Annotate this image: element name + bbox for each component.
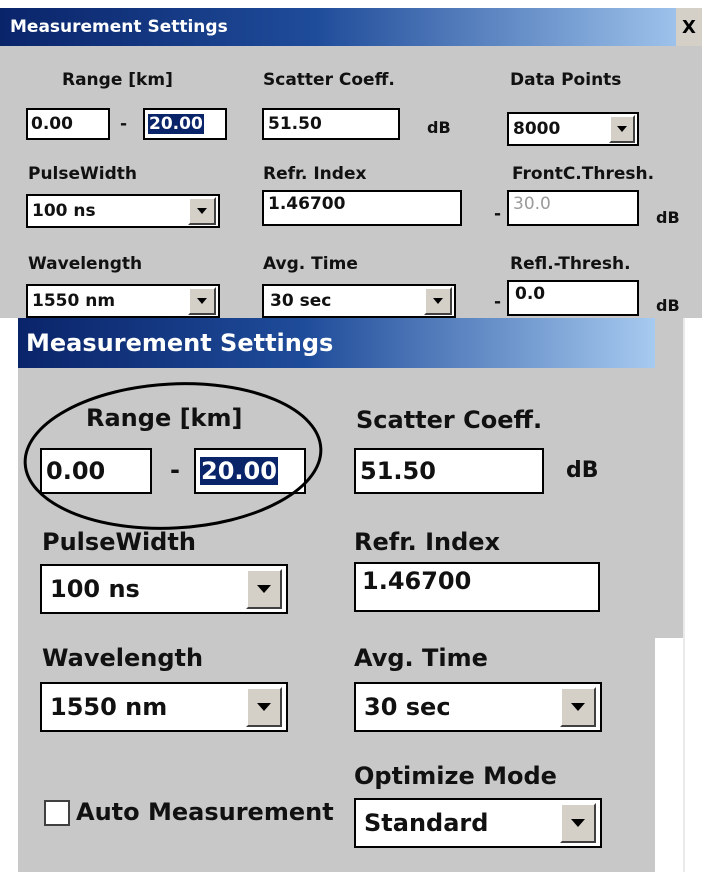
frontc-separator: - (494, 204, 502, 224)
refr-index-label: Refr. Index (354, 528, 501, 556)
range-label: Range [km] (86, 404, 243, 432)
refr-index-input[interactable]: 1.46700 (262, 190, 462, 226)
front-dialog-right-strip (655, 318, 683, 638)
auto-measurement-checkbox[interactable] (44, 800, 70, 826)
front-dialog-title: Measurement Settings (26, 329, 334, 357)
avgtime-label: Avg. Time (354, 644, 488, 672)
back-dialog-titlebar: Measurement Settings (0, 8, 702, 46)
scatter-unit: dB (427, 118, 451, 137)
frontc-unit: dB (656, 208, 680, 227)
range-separator: - (120, 114, 128, 134)
chevron-down-icon (197, 208, 207, 214)
front-dialog: Measurement Settings Range [km] 0.00 - 2… (18, 318, 685, 872)
scatter-label: Scatter Coeff. (356, 406, 543, 434)
scatter-input[interactable]: 51.50 (354, 448, 544, 494)
wavelength-label: Wavelength (42, 644, 204, 672)
refl-separator: - (494, 292, 502, 312)
avgtime-dropdown-button[interactable] (424, 287, 452, 315)
pulsewidth-label: PulseWidth (42, 528, 196, 556)
scatter-label: Scatter Coeff. (263, 70, 395, 90)
back-dialog-title: Measurement Settings (10, 17, 228, 37)
frontc-thresh-label: FrontC.Thresh. (512, 164, 655, 184)
refl-thresh-label: Refl.-Thresh. (510, 254, 631, 274)
wavelength-label: Wavelength (28, 254, 143, 274)
pulsewidth-dropdown-button[interactable] (246, 569, 282, 609)
datapoints-label: Data Points (510, 70, 622, 90)
scatter-unit: dB (566, 458, 599, 483)
optimize-mode-label: Optimize Mode (354, 762, 557, 790)
avgtime-label: Avg. Time (263, 254, 358, 274)
chevron-down-icon (257, 585, 271, 593)
optimize-mode-dropdown-button[interactable] (560, 803, 596, 843)
range-from-input[interactable]: 0.00 (40, 448, 152, 494)
chevron-down-icon (571, 703, 585, 711)
chevron-down-icon (433, 298, 443, 304)
refl-thresh-input[interactable]: 0.0 (507, 280, 639, 316)
range-to-input[interactable]: 20.00 (143, 108, 227, 140)
front-dialog-titlebar: Measurement Settings (18, 318, 655, 368)
range-label: Range [km] (62, 70, 173, 90)
avgtime-dropdown-button[interactable] (560, 687, 596, 727)
range-to-input[interactable]: 20.00 (194, 448, 306, 494)
back-dialog: Measurement Settings X Range [km] 0.00 -… (0, 8, 702, 318)
pulsewidth-label: PulseWidth (28, 164, 138, 184)
chevron-down-icon (197, 298, 207, 304)
chevron-down-icon (257, 703, 271, 711)
chevron-down-icon (571, 819, 585, 827)
wavelength-dropdown-button[interactable] (246, 687, 282, 727)
close-icon[interactable]: X (676, 8, 702, 46)
refr-index-input[interactable]: 1.46700 (354, 562, 600, 612)
refl-unit: dB (656, 296, 680, 315)
refr-index-label: Refr. Index (263, 164, 367, 184)
scatter-input[interactable]: 51.50 (262, 108, 400, 140)
front-dialog-bottom-right-bg (655, 638, 683, 872)
frontc-thresh-input[interactable]: 30.0 (507, 190, 639, 226)
range-from-input[interactable]: 0.00 (26, 108, 110, 140)
auto-measurement-label[interactable]: Auto Measurement (76, 798, 334, 826)
wavelength-dropdown-button[interactable] (188, 287, 216, 315)
chevron-down-icon (617, 126, 627, 132)
datapoints-dropdown-button[interactable] (609, 115, 635, 143)
pulsewidth-dropdown-button[interactable] (188, 197, 216, 225)
range-separator: - (170, 456, 180, 484)
